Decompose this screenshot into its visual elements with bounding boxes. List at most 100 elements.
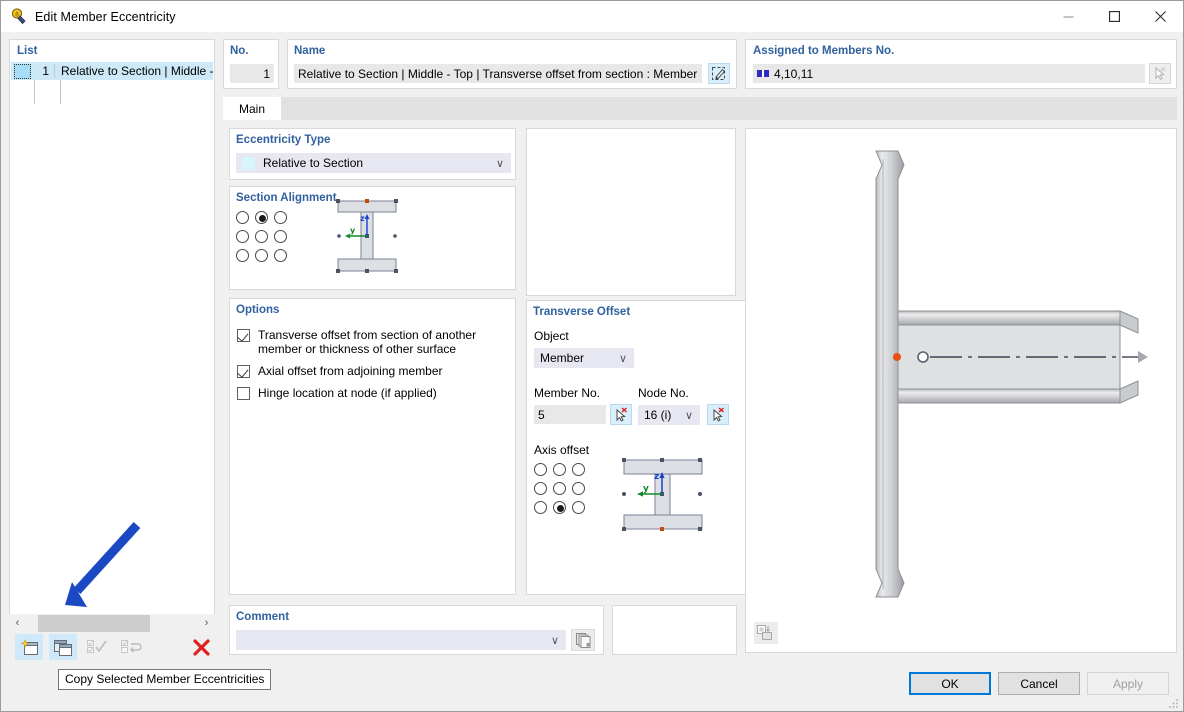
list-item-number: 1 bbox=[33, 64, 55, 78]
title-bar: 6 Edit Member Eccentricity bbox=[1, 1, 1183, 32]
section-alignment-radio-0[interactable] bbox=[236, 211, 249, 224]
copy-selected-member-eccentricities-button[interactable] bbox=[49, 634, 77, 660]
scroll-right-icon[interactable]: › bbox=[198, 614, 215, 632]
section-alignment-radio-3[interactable] bbox=[236, 230, 249, 243]
checkbox-transverse-offset[interactable] bbox=[237, 329, 250, 342]
scroll-thumb[interactable] bbox=[38, 614, 150, 632]
comment-card: Comment ∨ bbox=[229, 605, 604, 655]
middle-blank-panel bbox=[526, 128, 736, 296]
assigned-members-field-wrap[interactable]: 4,10,11 bbox=[753, 64, 1145, 83]
ok-button[interactable]: OK bbox=[909, 672, 991, 695]
resize-grip[interactable] bbox=[1168, 697, 1180, 709]
invert-selection-button bbox=[117, 634, 145, 660]
eccentricity-type-select[interactable]: Relative to Section ∨ bbox=[236, 153, 511, 173]
section-alignment-radio-2[interactable] bbox=[274, 211, 287, 224]
svg-text:y: y bbox=[350, 226, 356, 235]
member-no-pick-button[interactable] bbox=[610, 404, 632, 425]
chevron-down-icon: ∨ bbox=[618, 352, 627, 365]
window-controls bbox=[1045, 1, 1183, 32]
axis-offset-radio-2[interactable] bbox=[572, 463, 585, 476]
checkbox-hinge-location[interactable] bbox=[237, 387, 250, 400]
preview-settings-icon[interactable] bbox=[754, 622, 778, 644]
option-transverse-offset[interactable]: Transverse offset from section of anothe… bbox=[237, 328, 509, 356]
options-card: Options Transverse offset from section o… bbox=[229, 298, 516, 595]
number-input[interactable] bbox=[230, 64, 274, 83]
assigned-members-input[interactable]: 4,10,11 bbox=[753, 64, 1145, 83]
cancel-button[interactable]: Cancel bbox=[998, 672, 1080, 695]
copy-pages-icon bbox=[575, 633, 590, 648]
chevron-down-icon: ∨ bbox=[684, 409, 693, 422]
number-card: No. bbox=[223, 39, 279, 89]
maximize-button[interactable] bbox=[1091, 1, 1137, 32]
checkbox-axial-offset[interactable] bbox=[237, 365, 250, 378]
axis-offset-radio-3[interactable] bbox=[534, 482, 547, 495]
minimize-button[interactable] bbox=[1045, 1, 1091, 32]
axis-offset-radio-8[interactable] bbox=[572, 501, 585, 514]
node-no-label: Node No. bbox=[638, 386, 689, 400]
assigned-members-pick-button bbox=[1149, 63, 1171, 84]
chevron-down-icon: ∨ bbox=[495, 157, 504, 170]
options-label: Options bbox=[236, 304, 280, 316]
section-alignment-card: Section Alignment z y bbox=[229, 186, 516, 290]
comment-select[interactable]: ∨ bbox=[236, 630, 566, 650]
name-edit-button[interactable] bbox=[708, 63, 730, 84]
option-hinge-location[interactable]: Hinge location at node (if applied) bbox=[237, 386, 509, 400]
section-alignment-radio-1[interactable] bbox=[255, 211, 268, 224]
comment-label: Comment bbox=[236, 611, 290, 623]
node-no-value: 16 (i) bbox=[644, 408, 672, 422]
row-selection-indicator bbox=[14, 63, 31, 79]
list-toolbar bbox=[9, 632, 215, 662]
axis-offset-radio-7[interactable] bbox=[553, 501, 566, 514]
name-card: Name bbox=[287, 39, 737, 89]
svg-text:y: y bbox=[643, 484, 649, 494]
tab-bar: Main bbox=[223, 97, 1177, 120]
axis-offset-radio-4[interactable] bbox=[553, 482, 566, 495]
list-item[interactable]: 1 Relative to Section | Middle - To bbox=[11, 62, 213, 80]
eccentricity-type-label: Eccentricity Type bbox=[236, 134, 331, 146]
list-horizontal-scrollbar[interactable]: ‹ › bbox=[9, 614, 215, 632]
assigned-members-card: Assigned to Members No. 4,10,11 bbox=[745, 39, 1177, 89]
option-hinge-location-label: Hinge location at node (if applied) bbox=[258, 386, 437, 400]
transverse-offset-label: Transverse Offset bbox=[533, 306, 631, 318]
scroll-track[interactable] bbox=[26, 614, 198, 632]
preview-drawing bbox=[875, 150, 1148, 598]
pick-cursor-icon bbox=[713, 407, 724, 422]
new-window-icon bbox=[20, 638, 38, 655]
axis-offset-radio-5[interactable] bbox=[572, 482, 585, 495]
section-alignment-radio-8[interactable] bbox=[274, 249, 287, 262]
number-field-wrap bbox=[230, 64, 274, 83]
member-eccentricity-icon: 6 bbox=[10, 8, 27, 25]
assigned-members-value: 4,10,11 bbox=[774, 66, 814, 81]
section-alignment-radio-4[interactable] bbox=[255, 230, 268, 243]
new-member-eccentricity-button[interactable] bbox=[15, 634, 43, 660]
node-no-pick-button[interactable] bbox=[707, 404, 729, 425]
object-label: Object bbox=[534, 329, 569, 343]
window-title: Edit Member Eccentricity bbox=[35, 9, 176, 24]
node-no-select[interactable]: 16 (i) ∨ bbox=[638, 405, 700, 425]
edit-pencil-icon bbox=[712, 67, 726, 80]
section-alignment-radio-5[interactable] bbox=[274, 230, 287, 243]
section-alignment-radio-7[interactable] bbox=[255, 249, 268, 262]
axis-offset-radio-1[interactable] bbox=[553, 463, 566, 476]
option-axial-offset[interactable]: Axial offset from adjoining member bbox=[237, 364, 509, 378]
name-input[interactable] bbox=[294, 64, 702, 83]
copy-window-icon bbox=[54, 639, 72, 656]
axis-offset-radio-0[interactable] bbox=[534, 463, 547, 476]
apply-button: Apply bbox=[1087, 672, 1169, 695]
axis-offset-label: Axis offset bbox=[534, 443, 590, 457]
tab-main[interactable]: Main bbox=[223, 97, 282, 120]
section-alignment-radio-6[interactable] bbox=[236, 249, 249, 262]
scroll-left-icon[interactable]: ‹ bbox=[9, 614, 26, 632]
apply-selection-button bbox=[83, 634, 111, 660]
member-eccentricity-preview[interactable] bbox=[745, 128, 1177, 653]
close-button[interactable] bbox=[1137, 1, 1183, 32]
axis-offset-radio-6[interactable] bbox=[534, 501, 547, 514]
list-item-label: Relative to Section | Middle - To bbox=[61, 64, 213, 78]
comment-copy-button[interactable] bbox=[571, 629, 595, 651]
option-transverse-offset-label: Transverse offset from section of anothe… bbox=[258, 328, 477, 356]
eccentricity-type-value: Relative to Section bbox=[263, 156, 364, 170]
object-select[interactable]: Member ∨ bbox=[534, 348, 634, 368]
delete-button[interactable] bbox=[187, 634, 215, 660]
member-no-input[interactable] bbox=[534, 405, 606, 424]
svg-text:z: z bbox=[654, 472, 659, 482]
